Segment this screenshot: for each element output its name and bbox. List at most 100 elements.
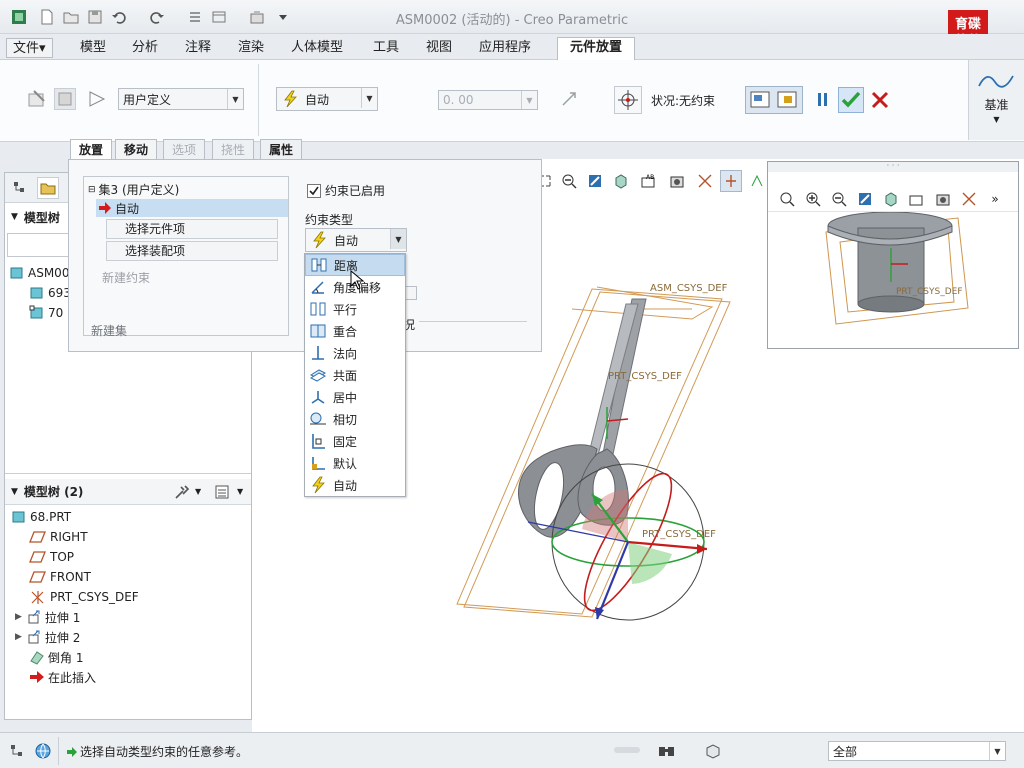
display-style-icon[interactable] — [610, 170, 632, 192]
chevron-down-icon[interactable]: ▼ — [237, 487, 243, 496]
tree-item-part-70[interactable]: 70 — [29, 303, 63, 323]
expand-icon[interactable]: ▶ — [15, 632, 22, 642]
constraint-set-header[interactable]: ⊟ 集3 (用户定义) — [88, 181, 179, 198]
tree-filter-input[interactable] — [7, 233, 73, 257]
tab-move[interactable]: 移动 — [115, 139, 158, 159]
repaint-icon[interactable] — [584, 170, 606, 192]
user-defined-set-icon[interactable] — [26, 88, 48, 110]
menu-item-normal[interactable]: 法向 — [305, 342, 405, 364]
tree-item-datum-plane[interactable]: TOP — [29, 547, 74, 567]
pause-icon[interactable] — [816, 91, 830, 109]
tree-item-extrude[interactable]: ▶ 拉伸 1 — [15, 607, 80, 627]
tree-item-csys[interactable]: PRT_CSYS_DEF — [29, 587, 139, 607]
tree-show-icon[interactable] — [211, 481, 233, 503]
ribbon: 用户定义 ▼ 自动 ▼ 0. 00 ▼ 状况:无约束 基准 ▼ — [0, 60, 1024, 142]
tab-flexibility[interactable]: 挠性 — [212, 139, 255, 159]
tree-item-chamfer[interactable]: 倒角 1 — [29, 647, 83, 667]
chevron-down-icon[interactable]: ▼ — [195, 487, 201, 496]
saved-views-icon[interactable] — [906, 188, 928, 210]
offset-input[interactable]: 0. 00 ▼ — [438, 90, 538, 110]
tab-component-placement[interactable]: 元件放置 — [557, 37, 636, 61]
select-component-item[interactable]: 选择元件项 — [106, 219, 278, 239]
select-assembly-item[interactable]: 选择装配项 — [106, 241, 278, 261]
preview-titlebar[interactable]: · · · — [768, 162, 1018, 172]
tab-annotate[interactable]: 注释 — [181, 38, 215, 58]
tree-item-label: FRONT — [50, 570, 91, 584]
tab-model[interactable]: 模型 — [76, 38, 110, 58]
assembly-window-icon[interactable] — [776, 89, 798, 111]
prt-csys-label: PRT_CSYS_DEF — [642, 529, 716, 540]
datum-display-icon[interactable] — [958, 188, 980, 210]
refit-icon[interactable] — [776, 188, 798, 210]
browser-toggle-icon[interactable] — [32, 740, 54, 762]
tree-item-datum-plane[interactable]: RIGHT — [29, 527, 88, 547]
menu-item-label: 法向 — [333, 346, 358, 361]
annotation-display-icon[interactable] — [746, 170, 768, 192]
zoom-out-icon[interactable] — [558, 170, 580, 192]
tree-settings-icon[interactable] — [171, 481, 193, 503]
tab-view[interactable]: 视图 — [422, 38, 456, 58]
tab-analysis[interactable]: 分析 — [128, 38, 162, 58]
find-icon[interactable] — [656, 740, 678, 762]
new-constraint-link[interactable]: 新建约束 — [102, 269, 150, 286]
zoom-in-icon[interactable] — [802, 188, 824, 210]
constraint-enabled-label: 约束已启用 — [325, 184, 386, 198]
selection-filter-dropdown[interactable]: 全部 ▼ — [828, 741, 1006, 761]
menu-item-coincident[interactable]: 重合 — [305, 320, 405, 342]
saved-views-icon[interactable]: AB — [638, 170, 660, 192]
spin-center-icon[interactable] — [720, 170, 742, 192]
flip-icon[interactable] — [558, 88, 580, 110]
status-label: 状况:无约束 — [651, 94, 716, 108]
datum-group[interactable]: 基准 ▼ — [968, 60, 1024, 140]
tree-item-part-root[interactable]: 68.PRT — [11, 507, 71, 527]
constraint-set-list: ⊟ 集3 (用户定义) 自动 选择元件项 选择装配项 新建约束 — [83, 176, 289, 336]
tab-manikin[interactable]: 人体模型 — [287, 38, 347, 58]
tree-item-part-693[interactable]: 693 — [29, 283, 71, 303]
tab-properties[interactable]: 属性 — [260, 139, 303, 159]
tree-item-insert-here[interactable]: 在此插入 — [29, 667, 96, 687]
constraint-enabled-checkbox[interactable]: 约束已启用 — [307, 182, 385, 199]
menu-item-parallel[interactable]: 平行 — [305, 298, 405, 320]
tree-item-assembly[interactable]: ASM00 — [9, 263, 69, 283]
navigator-toggle-icon[interactable] — [6, 740, 28, 762]
placement-status-icon — [614, 86, 642, 114]
display-style-icon[interactable] — [880, 188, 902, 210]
tab-applications[interactable]: 应用程序 — [475, 38, 535, 58]
constraint-type-dropdown[interactable]: 自动 ▼ — [276, 87, 378, 111]
tab-placement[interactable]: 放置 — [70, 139, 113, 159]
confirm-button[interactable] — [838, 87, 864, 113]
view-manager-icon[interactable] — [666, 170, 688, 192]
interface-icon[interactable] — [54, 88, 76, 110]
menu-item-label: 居中 — [333, 390, 358, 405]
menu-item-auto[interactable]: 自动 — [305, 474, 405, 496]
connection-icon[interactable] — [86, 88, 108, 110]
file-menu[interactable]: 文件▾ — [6, 38, 53, 58]
tab-options[interactable]: 选项 — [163, 139, 206, 159]
component-preview-window[interactable]: · · · » PRT_CSYS_DEF — [767, 161, 1019, 349]
tab-tools[interactable]: 工具 — [369, 38, 403, 58]
expand-icon[interactable]: ▶ — [15, 612, 22, 622]
menu-item-default[interactable]: 默认 — [305, 452, 405, 474]
window-title: ASM0002 (活动的) - Creo Parametric — [395, 13, 629, 28]
separate-window-icon[interactable] — [749, 89, 771, 111]
tab-render[interactable]: 渲染 — [234, 38, 268, 58]
tree-item-datum-plane[interactable]: FRONT — [29, 567, 91, 587]
zoom-out-icon[interactable] — [828, 188, 850, 210]
menu-item-fix[interactable]: 固定 — [305, 430, 405, 452]
menu-item-centered[interactable]: 居中 — [305, 386, 405, 408]
more-icon[interactable]: » — [984, 188, 1006, 210]
menu-item-coplanar[interactable]: 共面 — [305, 364, 405, 386]
menu-item-tangent[interactable]: 相切 — [305, 408, 405, 430]
cancel-button[interactable] — [870, 90, 890, 110]
constraint-type-select[interactable]: 自动 ▼ — [305, 228, 407, 252]
view-manager-icon[interactable] — [932, 188, 954, 210]
folder-browser-tab-icon[interactable] — [37, 177, 59, 199]
repaint-icon[interactable] — [854, 188, 876, 210]
constraint-set-dropdown[interactable]: 用户定义 ▼ — [118, 88, 244, 110]
constraint-item-auto[interactable]: 自动 — [96, 199, 288, 217]
selection-filter-icon[interactable] — [702, 740, 724, 762]
model-tree-tab-icon[interactable] — [9, 177, 31, 199]
new-set-link[interactable]: 新建集 — [91, 322, 127, 339]
tree-item-extrude[interactable]: ▶ 拉伸 2 — [15, 627, 80, 647]
datum-display-icon[interactable] — [694, 170, 716, 192]
